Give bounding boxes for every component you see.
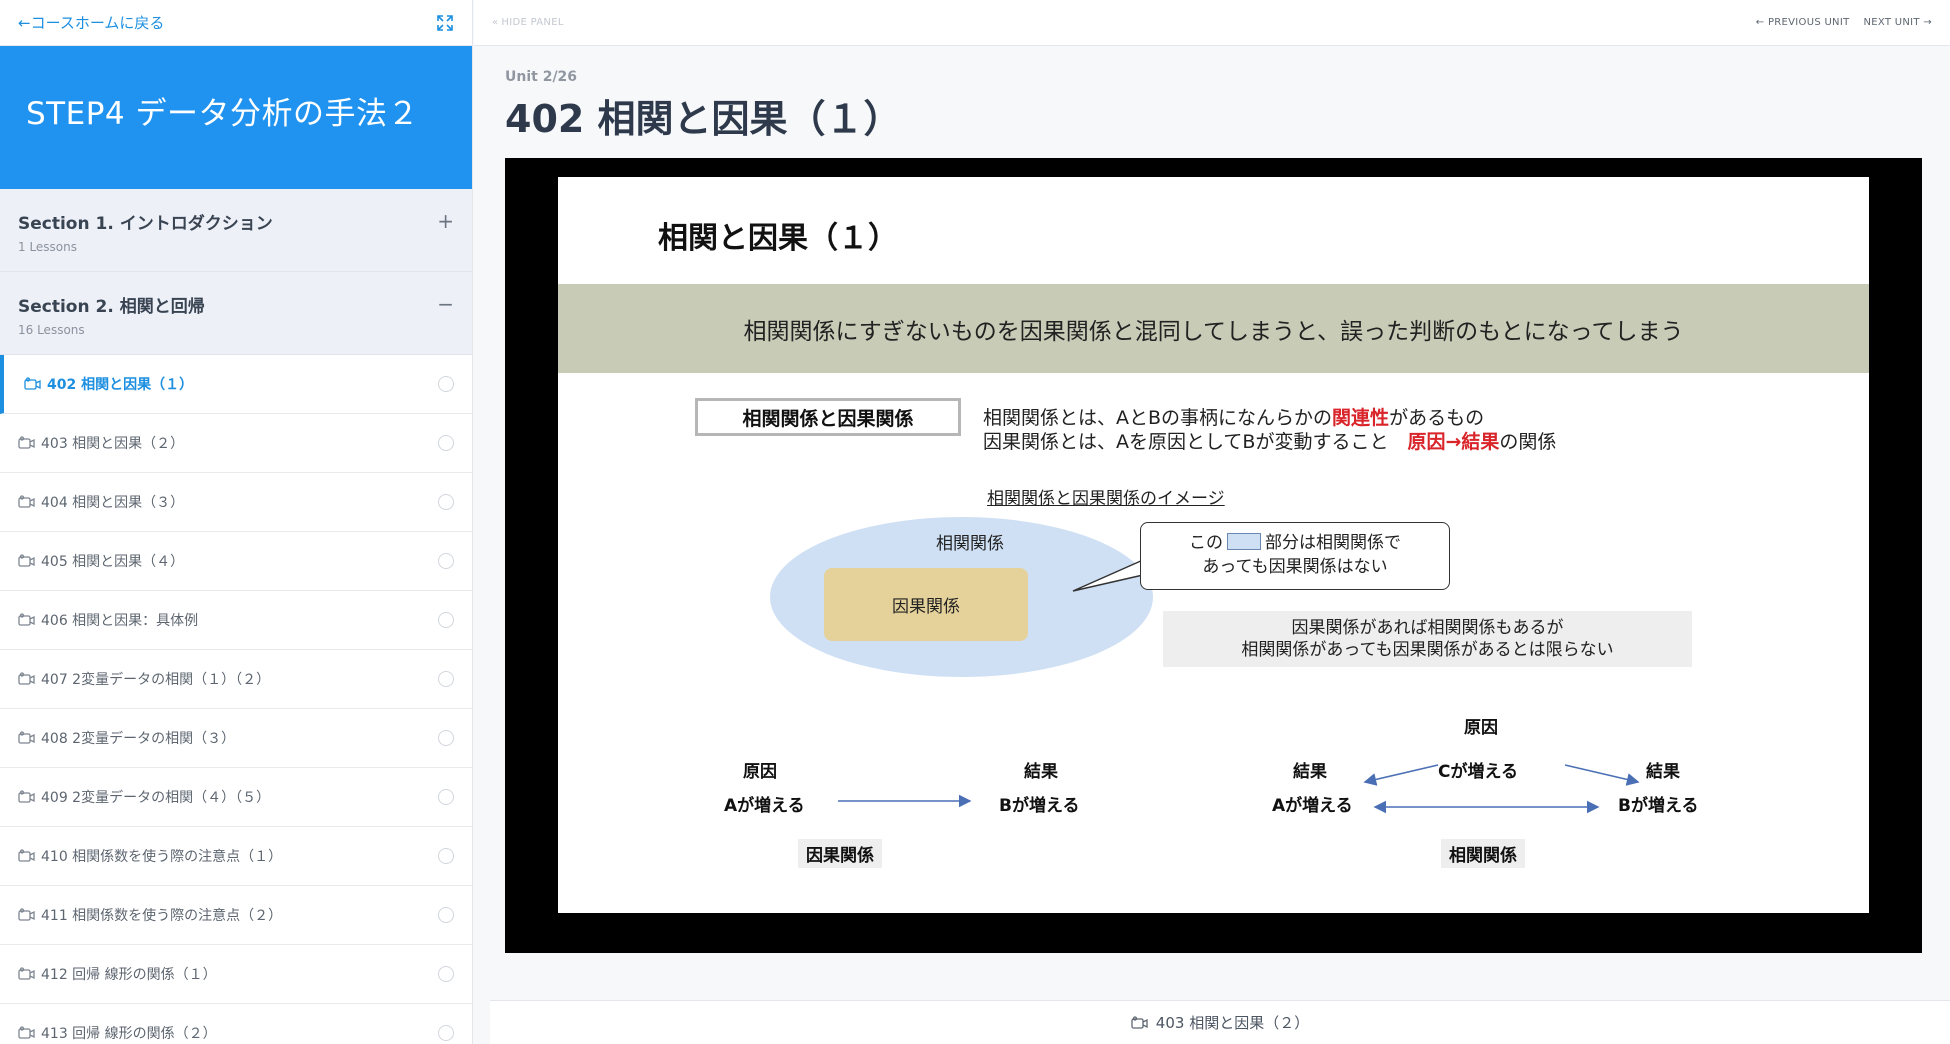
right-effect-left-label: 結果 [1293,762,1327,782]
sidebar-top-bar: ←コースホームに戻る [0,0,472,46]
right-b-label: Bが増える [1618,796,1699,816]
lesson-label: 406 相関と因果：具体例 [41,613,199,629]
callout-text: 部分は相関関係で [1265,533,1401,553]
lesson-label: 411 相関係数を使う際の注意点（２） [41,908,283,924]
video-camera-icon [18,967,35,980]
lesson-label: 408 2変量データの相関（３） [41,731,236,747]
video-camera-icon [18,613,35,626]
lesson-item-404[interactable]: 404 相関と因果（３） [0,473,472,532]
course-banner: STEP4 データ分析の手法２ [0,46,472,189]
completion-circle-icon [438,907,454,923]
completion-circle-icon [438,671,454,687]
next-unit-label: NEXT UNIT [1863,17,1920,28]
section-header-intro[interactable]: Section 1. イントロダクション 1 Lessons + [0,189,472,272]
section-lesson-count: 16 Lessons [18,323,85,337]
callout-text: あっても因果関係はない [1202,557,1388,577]
lesson-item-402[interactable]: 402 相関と因果（１） [0,355,472,414]
unit-counter: Unit 2/26 [505,69,578,85]
section-lesson-count: 1 Lessons [18,240,78,254]
previous-unit-label: PREVIOUS UNIT [1767,17,1850,28]
left-diagram-caption: 因果関係 [798,839,882,868]
lesson-item-412[interactable]: 412 回帰 線形の関係（１） [0,945,472,1004]
callout-bubble: この 部分は相関関係で あっても因果関係はない [1140,522,1450,590]
lesson-item-403[interactable]: 403 相関と因果（２） [0,414,472,473]
video-camera-icon [18,495,35,508]
completion-circle-icon [438,553,454,569]
lesson-label: 407 2変量データの相関（１）（２） [41,672,271,688]
video-camera-icon [18,849,35,862]
lesson-item-410[interactable]: 410 相関係数を使う際の注意点（１） [0,827,472,886]
completion-circle-icon [438,730,454,746]
completion-circle-icon [438,376,454,392]
previous-unit-button[interactable]: ← PREVIOUS UNIT [1756,17,1850,28]
video-camera-icon [18,554,35,567]
left-a-label: Aが増える [724,796,805,816]
video-camera-icon [18,1026,35,1039]
completion-circle-icon [438,435,454,451]
video-camera-icon [1131,1015,1148,1029]
next-lesson-label: 403 相関と因果（２） [1155,1014,1310,1032]
top-bar: « HIDE PANEL ← PREVIOUS UNIT NEXT UNIT → [474,0,1950,46]
lesson-label: 404 相関と因果（３） [41,495,185,511]
lesson-item-409[interactable]: 409 2変量データの相関（４）（５） [0,768,472,827]
lesson-item-413[interactable]: 413 回帰 線形の関係（２） [0,1004,472,1044]
video-camera-icon [18,908,35,921]
lesson-item-408[interactable]: 408 2変量データの相関（３） [0,709,472,768]
completion-circle-icon [438,612,454,628]
video-player[interactable]: 相関と因果（１） 相関関係にすぎないものを因果関係と混同してしまうと、誤った判断… [505,158,1922,953]
left-b-label: Bが増える [999,796,1080,816]
lesson-label: 409 2変量データの相関（４）（５） [41,790,271,806]
lesson-item-411[interactable]: 411 相関係数を使う際の注意点（２） [0,886,472,945]
video-camera-icon [18,731,35,744]
course-sidebar: ←コースホームに戻る STEP4 データ分析の手法２ Section 1. イン… [0,0,473,1044]
hide-panel-label: HIDE PANEL [501,17,564,28]
note-line: 相関関係があっても因果関係があるとは限らない [1241,640,1614,660]
video-camera-icon [18,672,35,685]
lesson-item-405[interactable]: 405 相関と因果（４） [0,532,472,591]
completion-circle-icon [438,789,454,805]
right-cause-label: 原因 [1464,718,1498,738]
lesson-label: 405 相関と因果（４） [41,554,185,570]
video-camera-icon [18,790,35,803]
lesson-label: 413 回帰 線形の関係（２） [41,1026,217,1042]
video-camera-icon [18,436,35,449]
next-unit-button[interactable]: NEXT UNIT → [1864,17,1933,28]
right-effect-right-label: 結果 [1646,762,1680,782]
lesson-label: 410 相関係数を使う際の注意点（１） [41,849,283,865]
lesson-label: 403 相関と因果（２） [41,436,185,452]
next-lesson-bar[interactable]: 403 相関と因果（２） [490,1000,1950,1044]
plus-icon[interactable]: + [437,211,454,231]
page-title: 402 相関と因果（１） [505,97,902,141]
left-effect-label: 結果 [1024,762,1058,782]
course-title: STEP4 データ分析の手法２ [26,96,419,132]
right-a-label: Aが増える [1272,796,1353,816]
lesson-item-406[interactable]: 406 相関と因果：具体例 [0,591,472,650]
section-title: Section 1. イントロダクション [18,214,273,234]
completion-circle-icon [438,848,454,864]
color-swatch-icon [1227,533,1261,550]
left-cause-label: 原因 [743,762,777,782]
minus-icon[interactable]: − [437,294,454,314]
back-to-course-home-link[interactable]: ←コースホームに戻る [18,12,164,33]
note-line: 因果関係があれば相関関係もあるが [1291,618,1564,638]
right-c-label: Cが増える [1438,762,1518,782]
double-chevron-left-icon: « [492,17,499,28]
lesson-list: 402 相関と因果（１） 403 相関と因果（２） 404 相関と因果（３） 4… [0,355,472,1044]
section-header-correlation[interactable]: Section 2. 相関と回帰 16 Lessons − [0,272,472,355]
completion-circle-icon [438,494,454,510]
hide-panel-button[interactable]: « HIDE PANEL [492,17,564,28]
right-diagram-caption: 相関関係 [1441,839,1525,868]
completion-circle-icon [438,966,454,982]
unit-navigation: ← PREVIOUS UNIT NEXT UNIT → [1756,17,1932,28]
video-camera-icon [24,377,41,390]
lesson-label: 412 回帰 線形の関係（１） [41,967,217,983]
expand-icon[interactable] [436,14,454,32]
callout-text: この [1189,533,1223,553]
lesson-item-407[interactable]: 407 2変量データの相関（１）（２） [0,650,472,709]
section-title: Section 2. 相関と回帰 [18,297,205,317]
lecture-slide: 相関と因果（１） 相関関係にすぎないものを因果関係と混同してしまうと、誤った判断… [558,177,1869,913]
lesson-label: 402 相関と因果（１） [47,377,194,393]
completion-circle-icon [438,1025,454,1041]
note-box: 因果関係があれば相関関係もあるが 相関関係があっても因果関係があるとは限らない [1163,611,1692,667]
